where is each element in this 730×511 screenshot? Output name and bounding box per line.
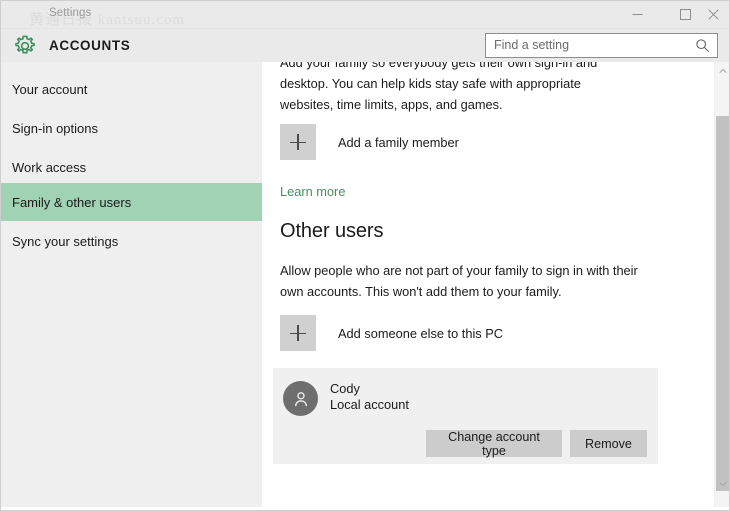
sidebar-item-sync-your-settings[interactable]: Sync your settings (1, 222, 262, 260)
close-button[interactable] (690, 1, 729, 28)
window-bottom-edge (1, 507, 729, 510)
add-someone-else-button[interactable]: Add someone else to this PC (280, 315, 503, 351)
title-bar: 黄通日报 kantsuu.com Settings (1, 1, 729, 29)
change-account-type-button[interactable]: Change account type (426, 430, 562, 458)
settings-window: 黄通日报 kantsuu.com Settings ACCOUNTS Find … (0, 0, 730, 511)
family-description: Add your family so everybody gets their … (280, 62, 598, 112)
sidebar-item-label: Work access (12, 159, 87, 175)
user-card: Cody Local account Change account type R… (273, 368, 658, 464)
minimize-button[interactable] (614, 1, 660, 28)
person-icon (294, 391, 307, 406)
user-name: Cody (330, 381, 360, 396)
sidebar-item-label: Sign-in options (12, 120, 98, 136)
scroll-up-button[interactable] (715, 63, 729, 79)
page-title: ACCOUNTS (49, 38, 131, 53)
user-account-type: Local account (330, 397, 409, 412)
maximize-icon (679, 9, 691, 20)
sidebar-item-work-access[interactable]: Work access (1, 148, 262, 186)
add-family-member-label: Add a family member (338, 134, 459, 150)
window-title: Settings (49, 7, 92, 19)
search-input[interactable] (494, 38, 684, 52)
learn-more-link[interactable]: Learn more (280, 184, 345, 199)
scrollbar[interactable] (714, 62, 729, 510)
header-bar: ACCOUNTS (1, 29, 729, 64)
close-icon (707, 9, 719, 20)
sidebar: Your account Sign-in options Work access… (1, 62, 262, 510)
other-users-heading: Other users (280, 220, 384, 242)
scrollbar-thumb[interactable] (716, 116, 729, 491)
add-someone-else-label: Add someone else to this PC (338, 325, 504, 341)
sidebar-item-label: Family & other users (12, 194, 132, 210)
plus-icon (280, 124, 316, 160)
search-box[interactable] (485, 33, 718, 58)
search-icon[interactable] (695, 38, 710, 58)
add-family-member-button[interactable]: Add a family member (280, 124, 459, 160)
sidebar-item-label: Your account (12, 81, 88, 97)
chevron-down-icon (718, 482, 727, 487)
plus-icon (280, 315, 316, 351)
sidebar-item-label: Sync your settings (12, 233, 119, 249)
scroll-down-button[interactable] (715, 476, 729, 492)
sidebar-item-family-and-other-users[interactable]: Family & other users (1, 183, 262, 221)
chevron-up-icon (718, 68, 727, 73)
remove-button[interactable]: Remove (570, 430, 647, 457)
sidebar-item-sign-in-options[interactable]: Sign-in options (1, 109, 262, 147)
sidebar-item-your-account[interactable]: Your account (1, 70, 262, 108)
content-pane: Add your family so everybody gets their … (262, 62, 729, 510)
other-users-description: Allow people who are not part of your fa… (280, 263, 638, 299)
avatar (283, 381, 318, 416)
minimize-icon (632, 14, 642, 15)
gear-icon[interactable] (12, 33, 38, 64)
